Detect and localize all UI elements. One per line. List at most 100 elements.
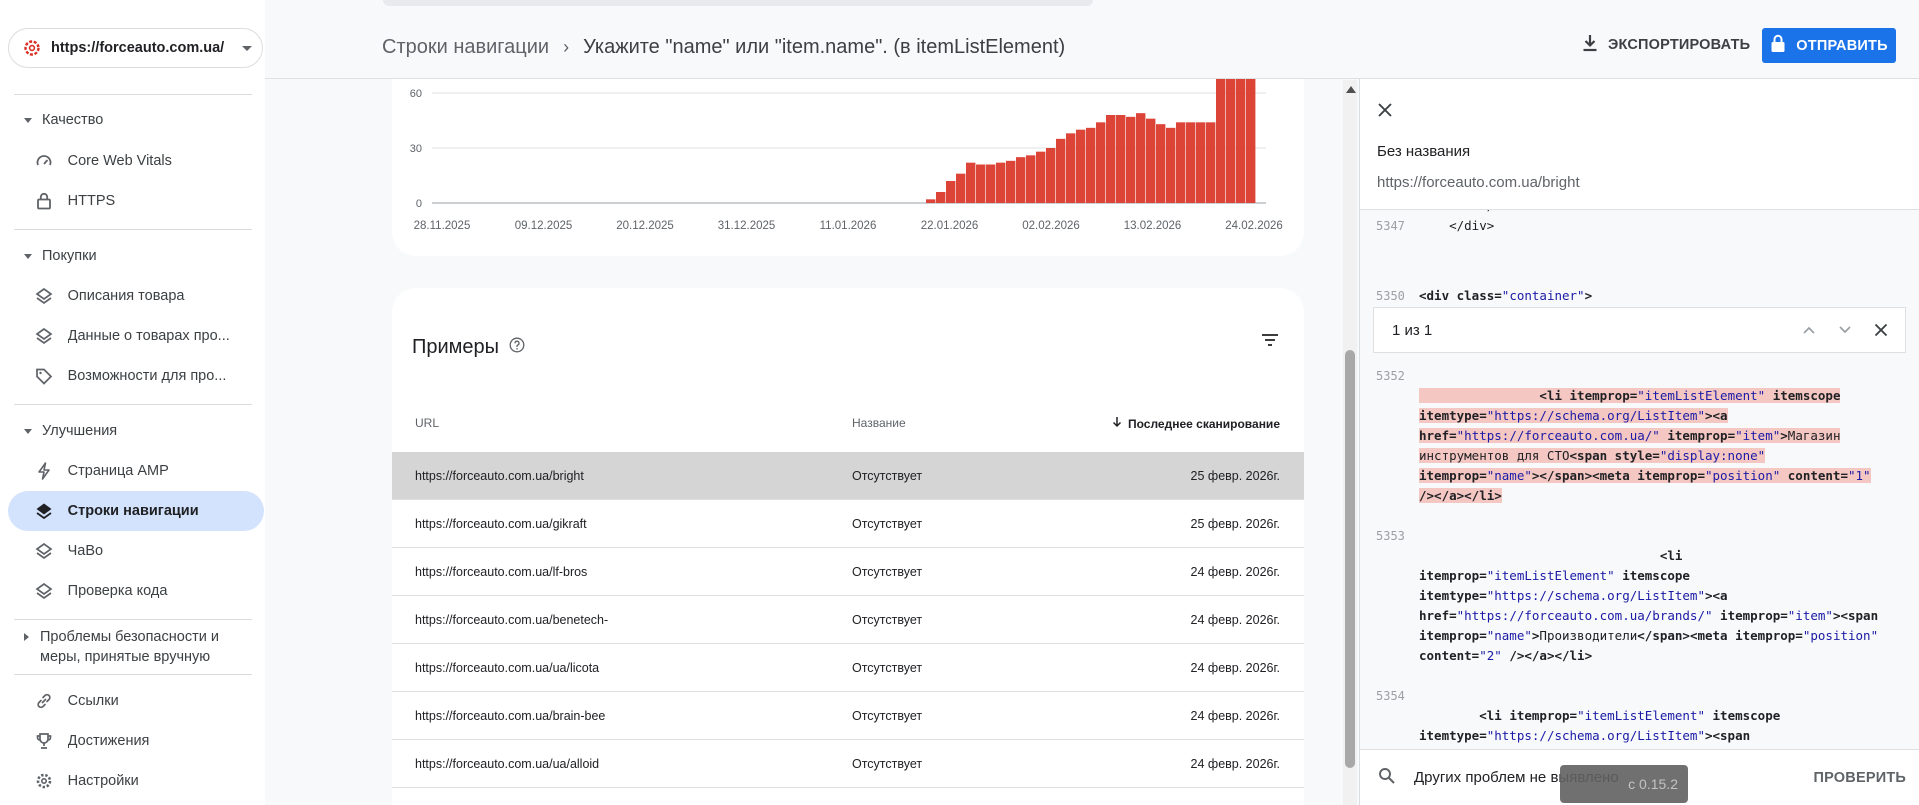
chart-bar bbox=[1026, 155, 1036, 203]
chevron-down-icon bbox=[242, 45, 252, 51]
table-row[interactable]: https://forceauto.com.ua/brain-bee Отсутс… bbox=[392, 692, 1304, 740]
send-button[interactable]: ОТПРАВИТЬ bbox=[1762, 28, 1896, 63]
section-label: Покупки bbox=[42, 248, 97, 264]
find-count: 1 из 1 bbox=[1392, 321, 1433, 339]
section-label: Качество bbox=[42, 112, 104, 128]
layers-icon bbox=[34, 326, 54, 346]
sidebar-item-code-check[interactable]: Проверка кода bbox=[8, 571, 264, 611]
column-header-last-crawl[interactable]: Последнее сканирование bbox=[1112, 416, 1280, 431]
tag-icon bbox=[34, 366, 54, 386]
property-url: https://forceauto.com.ua/ bbox=[51, 40, 225, 56]
chart-bar bbox=[1226, 79, 1236, 203]
chevron-up-icon[interactable] bbox=[1791, 325, 1827, 335]
row-date: 24 февр. 2026г. bbox=[1190, 709, 1280, 723]
check-button[interactable]: ПРОВЕРИТЬ bbox=[1814, 770, 1907, 786]
row-name: Отсутствует bbox=[852, 469, 923, 483]
table-row[interactable]: https://forceauto.com.ua/ua/alloid Отсутс… bbox=[392, 740, 1304, 788]
line-number: 5354 bbox=[1376, 689, 1405, 703]
sidebar-item-https[interactable]: HTTPS bbox=[8, 181, 264, 221]
row-url: https://forceauto.com.ua/benetech- bbox=[415, 613, 609, 627]
sidebar-item-breadcrumbs[interactable]: Строки навигации bbox=[8, 491, 264, 531]
breadcrumb-root[interactable]: Строки навигации bbox=[382, 36, 549, 59]
close-icon[interactable] bbox=[1863, 323, 1899, 337]
export-button[interactable]: ЭКСПОРТИРОВАТЬ bbox=[1582, 34, 1750, 56]
sidebar-item-shopping-tab[interactable]: Возможности для про... bbox=[8, 356, 264, 396]
chevron-right-icon: › bbox=[563, 37, 570, 57]
scroll-up-arrow[interactable] bbox=[1346, 86, 1356, 93]
collapse-icon bbox=[24, 429, 32, 434]
sidebar-item-faq[interactable]: ЧаВо bbox=[8, 531, 264, 571]
search-console-window: https://forceauto.com.ua/ Качество Core … bbox=[0, 0, 1919, 805]
line-number: 5353 bbox=[1376, 529, 1405, 543]
arrow-down-icon bbox=[1112, 416, 1122, 431]
sidebar-item-label: Возможности для про... bbox=[67, 368, 227, 384]
sidebar-item-amp[interactable]: Страница AMP bbox=[8, 451, 264, 491]
collapse-icon bbox=[24, 118, 32, 123]
table-row[interactable]: https://forceauto.com.ua/gikraft Отсутств… bbox=[392, 500, 1304, 548]
table-row[interactable]: https://forceauto.com.ua/bright Отсутству… bbox=[392, 452, 1304, 500]
section-shopping[interactable]: Покупки bbox=[24, 248, 97, 264]
export-label: ЭКСПОРТИРОВАТЬ bbox=[1608, 37, 1751, 53]
examples-title: Примеры bbox=[412, 336, 500, 358]
sidebar-item-label: Данные о товарах про... bbox=[67, 328, 230, 344]
table-row[interactable]: https://forceauto.com.ua/lf-bros Отсутств… bbox=[392, 548, 1304, 596]
source-code-view[interactable]: 5346 </li> 5347 </div> 5350 <div class="… bbox=[1360, 209, 1919, 754]
sidebar-item-achievements[interactable]: Достижения bbox=[8, 721, 264, 761]
x-tick-label: 11.01.2026 bbox=[820, 220, 877, 232]
column-header-name[interactable]: Название bbox=[852, 416, 906, 430]
help-icon[interactable] bbox=[509, 336, 525, 359]
chart-bar bbox=[1246, 79, 1256, 203]
search-bar-edge[interactable] bbox=[383, 0, 1093, 6]
scrollbar-thumb[interactable] bbox=[1345, 350, 1355, 768]
chart-bar bbox=[1106, 115, 1116, 203]
table-row[interactable]: https://forceauto.com.ua/benetech- Отсутс… bbox=[392, 596, 1304, 644]
section-enhancements[interactable]: Улучшения bbox=[24, 423, 117, 439]
chart-bar bbox=[986, 164, 996, 203]
lock-icon bbox=[1770, 34, 1786, 57]
column-header-url[interactable]: URL bbox=[415, 416, 439, 430]
row-name: Отсутствует bbox=[852, 709, 923, 723]
chart-bar bbox=[936, 192, 946, 203]
sidebar-item-label: Настройки bbox=[67, 773, 139, 789]
chart-bar bbox=[1016, 157, 1026, 203]
sidebar-item-links[interactable]: Ссылки bbox=[8, 681, 264, 721]
chart-bar bbox=[1096, 122, 1106, 203]
row-url: https://forceauto.com.ua/ua/licota bbox=[415, 661, 600, 675]
sidebar-item-merchant-listings[interactable]: Данные о товарах про... bbox=[8, 316, 264, 356]
lock-icon bbox=[34, 191, 54, 211]
version-tooltip: с 0.15.2 bbox=[1560, 765, 1688, 803]
sidebar-item-settings[interactable]: Настройки bbox=[8, 761, 264, 801]
chart-bar bbox=[1046, 148, 1056, 203]
section-security[interactable]: Проблемы безопасности и меры, принятые в… bbox=[24, 627, 249, 667]
chart-bar bbox=[1076, 129, 1086, 203]
row-url: https://forceauto.com.ua/lf-bros bbox=[415, 565, 588, 579]
sidebar-item-label: Описания товара bbox=[67, 288, 185, 304]
line-number: 5350 bbox=[1376, 289, 1405, 303]
table-row[interactable]: https://forceauto.com.ua/ua/licota Отсутс… bbox=[392, 644, 1304, 692]
filter-icon[interactable] bbox=[1260, 332, 1280, 353]
search-icon bbox=[1378, 767, 1396, 789]
row-url: https://forceauto.com.ua/gikraft bbox=[415, 517, 587, 531]
section-quality[interactable]: Качество bbox=[24, 112, 103, 128]
property-selector[interactable]: https://forceauto.com.ua/ bbox=[8, 28, 263, 68]
row-date: 25 февр. 2026г. bbox=[1190, 469, 1280, 483]
page-title: Укажите "name" или "item.name". (в itemL… bbox=[583, 36, 1066, 58]
code-text: <div class="container"> bbox=[1419, 288, 1593, 303]
row-name: Отсутствует bbox=[852, 613, 923, 627]
main-scrollbar[interactable] bbox=[1343, 80, 1357, 805]
x-tick-label: 02.02.2026 bbox=[1022, 220, 1080, 232]
panel-title: Без названия bbox=[1377, 143, 1471, 160]
chevron-down-icon[interactable] bbox=[1827, 325, 1863, 335]
find-bar: 1 из 1 bbox=[1373, 307, 1906, 353]
row-url: https://forceauto.com.ua/brain-bee bbox=[415, 709, 606, 723]
chart-bar bbox=[1156, 124, 1166, 203]
chart-bar bbox=[1186, 122, 1196, 203]
sidebar-item-product-snippets[interactable]: Описания товара bbox=[8, 276, 264, 316]
sidebar-item-core-web-vitals[interactable]: Core Web Vitals bbox=[8, 141, 264, 181]
close-icon[interactable] bbox=[1376, 101, 1394, 124]
sidebar-item-label: Строки навигации bbox=[67, 503, 199, 519]
code-text: <li itemprop="itemListElement" itemscope… bbox=[1419, 548, 1879, 663]
chart-bar bbox=[1006, 160, 1016, 203]
chart-bar bbox=[1116, 115, 1126, 203]
x-tick-label: 13.02.2026 bbox=[1124, 220, 1182, 232]
